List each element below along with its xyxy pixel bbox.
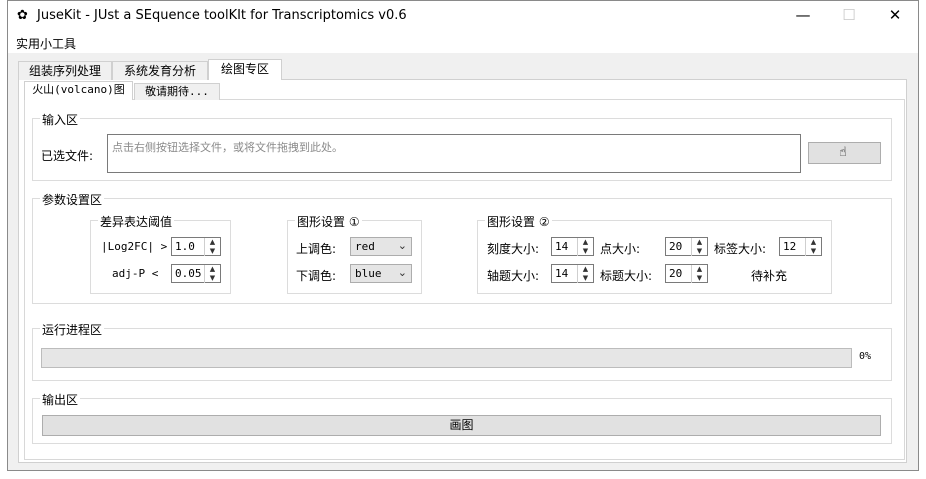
pending-label: 待补充 (751, 269, 788, 283)
spin-up-icon[interactable]: ▲ (691, 238, 707, 247)
log2fc-label: |Log2FC| > (101, 240, 168, 253)
axis-title-size-value: 14 (555, 267, 569, 280)
spin-up-icon[interactable]: ▲ (577, 238, 593, 247)
point-size-label: 点大小: (600, 242, 641, 256)
spin-up-icon[interactable]: ▲ (204, 238, 220, 247)
tag-size-spinner[interactable]: 12 ▲ ▼ (779, 237, 822, 256)
gear-icon: ✿ (17, 8, 28, 23)
spin-up-icon[interactable]: ▲ (577, 265, 593, 274)
up-color-label: 上调色: (296, 242, 337, 256)
tab-plotting[interactable]: 绘图专区 (208, 59, 282, 80)
graph-settings-1-label: 图形设置 ① (295, 213, 362, 230)
params-group-label: 参数设置区 (40, 191, 105, 208)
spin-down-icon[interactable]: ▼ (577, 274, 593, 283)
close-button[interactable]: ✕ (872, 1, 918, 31)
input-group-label: 输入区 (40, 111, 81, 128)
progress-group-label: 运行进程区 (40, 321, 105, 338)
spin-down-icon[interactable]: ▼ (691, 274, 707, 283)
down-color-value: blue (355, 267, 382, 280)
spin-up-icon[interactable]: ▲ (204, 265, 220, 274)
title-size-label: 标题大小: (600, 269, 653, 283)
log2fc-spinner[interactable]: 1.0 ▲ ▼ (171, 237, 221, 256)
title-size-value: 20 (669, 267, 683, 280)
tab-phylogeny[interactable]: 系统发育分析 (112, 61, 208, 80)
spin-down-icon[interactable]: ▼ (691, 247, 707, 256)
choose-file-button[interactable]: ☝ (808, 142, 881, 164)
spin-down-icon[interactable]: ▼ (805, 247, 821, 256)
file-path-input[interactable]: 点击右侧按钮选择文件，或将文件拖拽到此处。 (107, 134, 801, 173)
window-title: JuseKit - JUst a SEquence toolKIt for Tr… (37, 8, 407, 23)
progress-percent: 0% (859, 351, 872, 362)
progress-bar (41, 348, 852, 368)
spin-up-icon[interactable]: ▲ (691, 265, 707, 274)
tag-size-value: 12 (783, 240, 797, 253)
subtab-coming-soon[interactable]: 敬请期待... (134, 83, 220, 100)
up-color-value: red (355, 240, 375, 253)
draw-button[interactable]: 画图 (42, 415, 881, 436)
spin-up-icon[interactable]: ▲ (805, 238, 821, 247)
up-color-select[interactable]: red ⌄ (350, 237, 412, 256)
spin-down-icon[interactable]: ▼ (577, 247, 593, 256)
hand-pointer-icon: ☝ (839, 145, 847, 160)
adjp-spinner[interactable]: 0.05 ▲ ▼ (171, 264, 221, 283)
adjp-value: 0.05 (175, 267, 202, 280)
de-threshold-label: 差异表达阈值 (98, 213, 175, 230)
chevron-down-icon: ⌄ (397, 266, 407, 279)
log2fc-value: 1.0 (175, 240, 195, 253)
point-size-value: 20 (669, 240, 683, 253)
selected-file-label: 已选文件: (41, 149, 94, 163)
tag-size-label: 标签大小: (714, 242, 767, 256)
menu-bar (8, 32, 918, 53)
spin-down-icon[interactable]: ▼ (204, 274, 220, 283)
spin-down-icon[interactable]: ▼ (204, 247, 220, 256)
graph-settings-2-label: 图形设置 ② (485, 213, 552, 230)
output-group-label: 输出区 (40, 391, 81, 408)
down-color-select[interactable]: blue ⌄ (350, 264, 412, 283)
adjp-label: adj-P < (112, 267, 159, 280)
axis-title-size-spinner[interactable]: 14 ▲ ▼ (551, 264, 594, 283)
subtab-volcano[interactable]: 火山(volcano)图 (24, 81, 133, 100)
down-color-label: 下调色: (296, 269, 337, 283)
point-size-spinner[interactable]: 20 ▲ ▼ (665, 237, 708, 256)
maximize-button[interactable]: ☐ (826, 1, 872, 31)
tick-size-spinner[interactable]: 14 ▲ ▼ (551, 237, 594, 256)
chevron-down-icon: ⌄ (397, 239, 407, 252)
axis-title-size-label: 轴题大小: (487, 269, 540, 283)
tick-size-value: 14 (555, 240, 569, 253)
tick-size-label: 刻度大小: (487, 242, 540, 256)
title-size-spinner[interactable]: 20 ▲ ▼ (665, 264, 708, 283)
tab-assembly[interactable]: 组装序列处理 (18, 61, 112, 80)
minimize-button[interactable]: — (780, 1, 826, 31)
menu-tools[interactable]: 实用小工具 (16, 35, 76, 52)
